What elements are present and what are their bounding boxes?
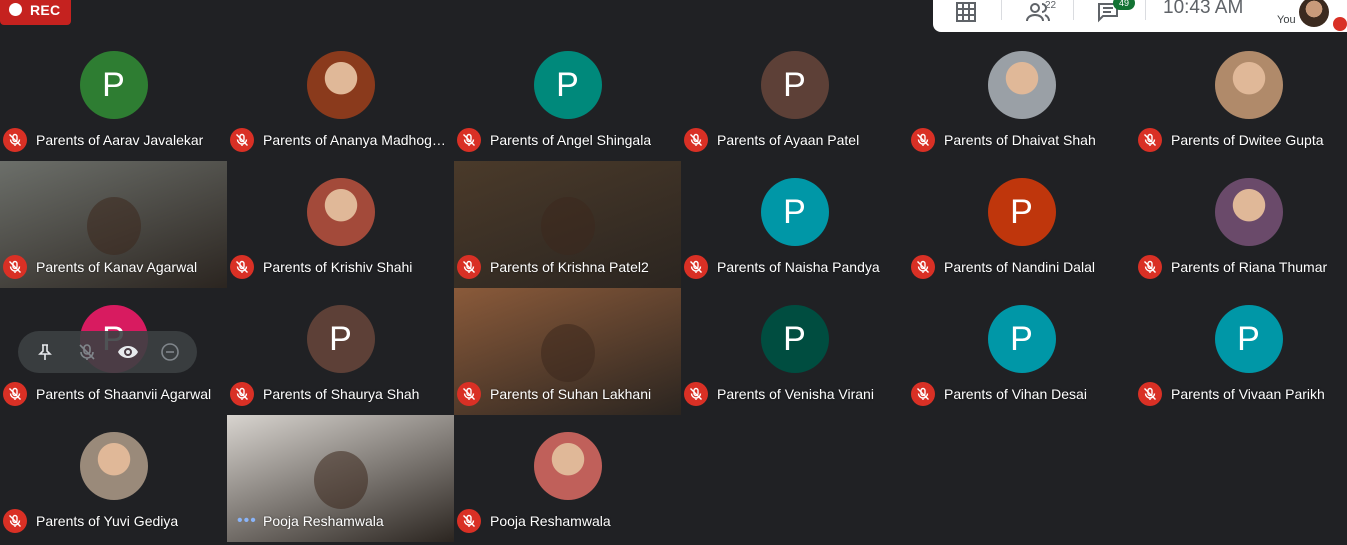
participant-name: Pooja Reshamwala bbox=[490, 513, 611, 529]
speaking-indicator-icon: ••• bbox=[237, 512, 257, 529]
grid-layout-icon[interactable] bbox=[955, 0, 977, 32]
participant-tile[interactable]: P Parents of Vivaan Parikh bbox=[1135, 288, 1347, 415]
muted-mic-icon bbox=[684, 255, 708, 279]
participant-name: Parents of Ayaan Patel bbox=[717, 132, 860, 148]
photo-avatar bbox=[79, 432, 148, 500]
participant-tile[interactable]: Pooja Reshamwala bbox=[454, 415, 681, 542]
muted-mic-icon bbox=[3, 255, 27, 279]
mute-icon[interactable] bbox=[72, 337, 102, 367]
muted-mic-icon bbox=[911, 255, 935, 279]
participant-name: Parents of Aarav Javalekar bbox=[36, 132, 204, 148]
participant-name: Parents of Yuvi Gediya bbox=[36, 513, 179, 529]
participant-tile[interactable]: P Parents of Aarav Javalekar bbox=[0, 34, 227, 161]
muted-mic-icon bbox=[230, 128, 254, 152]
top-bar: 22 49 10:43 AM You bbox=[933, 0, 1347, 32]
participant-tile[interactable]: P Parents of Nandini Dalal bbox=[908, 161, 1135, 288]
participant-name: Parents of Suhan Lakhani bbox=[490, 386, 652, 402]
participant-name: Parents of Riana Thumar bbox=[1171, 259, 1328, 275]
participant-tile[interactable]: ••• Pooja Reshamwala bbox=[227, 415, 454, 542]
participant-tile[interactable]: Parents of Ananya Madhog… bbox=[227, 34, 454, 161]
participant-name: Parents of Krishiv Shahi bbox=[263, 259, 413, 275]
participant-name: Parents of Shaurya Shah bbox=[263, 386, 420, 402]
participant-name: Parents of Dwitee Gupta bbox=[1171, 132, 1324, 148]
participant-tile[interactable]: Parents of Dhaivat Shah bbox=[908, 34, 1135, 161]
photo-avatar bbox=[306, 178, 375, 246]
muted-mic-icon bbox=[457, 128, 481, 152]
participant-tile[interactable]: Parents of Krishna Patel2 bbox=[454, 161, 681, 288]
initial-avatar: P bbox=[987, 305, 1056, 373]
muted-mic-icon bbox=[911, 382, 935, 406]
video-silhouette bbox=[86, 196, 141, 255]
chat-count-badge: 49 bbox=[1113, 0, 1135, 10]
initial-avatar: P bbox=[533, 51, 602, 119]
participant-name: Parents of Angel Shingala bbox=[490, 132, 652, 148]
initial-avatar: P bbox=[760, 305, 829, 373]
muted-mic-icon bbox=[230, 255, 254, 279]
participant-name: Parents of Nandini Dalal bbox=[944, 259, 1095, 275]
participant-tile[interactable]: P Parents of Naisha Pandya bbox=[681, 161, 908, 288]
initial-avatar: P bbox=[987, 178, 1056, 246]
record-dot-icon bbox=[9, 3, 22, 16]
muted-mic-icon bbox=[230, 382, 254, 406]
muted-mic-icon bbox=[684, 382, 708, 406]
participant-tile[interactable]: Parents of Dwitee Gupta bbox=[1135, 34, 1347, 161]
muted-mic-icon bbox=[3, 128, 27, 152]
participant-name: Pooja Reshamwala bbox=[263, 513, 384, 529]
photo-avatar bbox=[306, 51, 375, 119]
recording-indicator: REC bbox=[0, 0, 71, 25]
initial-avatar: P bbox=[1214, 305, 1283, 373]
participant-tile[interactable]: Parents of Suhan Lakhani bbox=[454, 288, 681, 415]
photo-avatar bbox=[987, 51, 1056, 119]
participant-tile[interactable]: Parents of Kanav Agarwal bbox=[0, 161, 227, 288]
participant-name: Parents of Shaanvii Agarwal bbox=[36, 386, 212, 402]
muted-mic-icon bbox=[457, 255, 481, 279]
pin-icon[interactable] bbox=[30, 337, 60, 367]
video-silhouette bbox=[540, 196, 595, 255]
video-silhouette bbox=[540, 323, 595, 382]
muted-mic-icon bbox=[3, 382, 27, 406]
muted-mic-icon bbox=[1138, 128, 1162, 152]
tile-hover-controls bbox=[18, 331, 197, 373]
participant-name: Parents of Krishna Patel2 bbox=[490, 259, 649, 275]
photo-avatar bbox=[533, 432, 602, 500]
participant-tile[interactable]: P Parents of Shaurya Shah bbox=[227, 288, 454, 415]
clock: 10:43 AM bbox=[1163, 0, 1244, 18]
muted-mic-icon bbox=[1138, 382, 1162, 406]
initial-avatar: P bbox=[79, 51, 148, 119]
participant-name: Parents of Kanav Agarwal bbox=[36, 259, 198, 275]
participant-tile[interactable]: Parents of Riana Thumar bbox=[1135, 161, 1347, 288]
muted-mic-icon bbox=[3, 509, 27, 533]
participant-name: Parents of Vihan Desai bbox=[944, 386, 1087, 402]
participant-tile[interactable]: Parents of Krishiv Shahi bbox=[227, 161, 454, 288]
participant-tile[interactable]: P Parents of Venisha Virani bbox=[681, 288, 908, 415]
initial-avatar: P bbox=[306, 305, 375, 373]
muted-mic-icon bbox=[457, 509, 481, 533]
initial-avatar: P bbox=[760, 178, 829, 246]
recording-label: REC bbox=[30, 1, 61, 18]
remove-icon[interactable] bbox=[155, 337, 185, 367]
video-silhouette bbox=[313, 450, 368, 509]
participant-name: Parents of Naisha Pandya bbox=[717, 259, 880, 275]
muted-mic-icon bbox=[1138, 255, 1162, 279]
participants-count: 22 bbox=[1045, 0, 1057, 11]
eye-icon[interactable] bbox=[113, 337, 143, 367]
you-label: You bbox=[1277, 14, 1296, 26]
participant-name: Parents of Venisha Virani bbox=[717, 386, 874, 402]
participant-tile[interactable]: P Parents of Vihan Desai bbox=[908, 288, 1135, 415]
participant-name: Parents of Dhaivat Shah bbox=[944, 132, 1096, 148]
participant-tile[interactable]: P Parents of Ayaan Patel bbox=[681, 34, 908, 161]
participant-name: Parents of Ananya Madhog… bbox=[263, 132, 446, 148]
participant-tile[interactable]: Parents of Yuvi Gediya bbox=[0, 415, 227, 542]
photo-avatar bbox=[1214, 178, 1283, 246]
participant-name: Parents of Vivaan Parikh bbox=[1171, 386, 1325, 402]
muted-mic-icon bbox=[684, 128, 708, 152]
muted-mic-icon bbox=[911, 128, 935, 152]
photo-avatar bbox=[1214, 51, 1283, 119]
muted-mic-icon bbox=[457, 382, 481, 406]
self-muted-icon bbox=[1333, 17, 1347, 31]
self-avatar[interactable] bbox=[1299, 0, 1329, 27]
initial-avatar: P bbox=[760, 51, 829, 119]
participant-tile[interactable]: P Parents of Angel Shingala bbox=[454, 34, 681, 161]
